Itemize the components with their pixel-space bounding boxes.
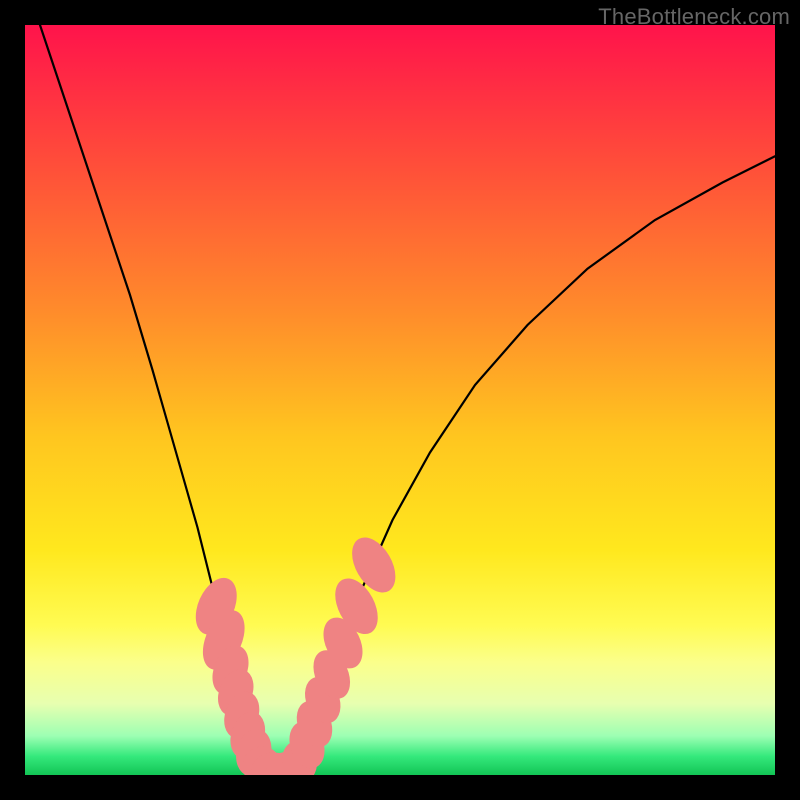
- v-curve: [40, 25, 775, 774]
- chart-stage: TheBottleneck.com: [0, 0, 800, 800]
- bottleneck-curve: [40, 25, 775, 774]
- data-markers: [188, 530, 405, 775]
- curve-layer: [25, 25, 775, 775]
- watermark-label: TheBottleneck.com: [598, 4, 790, 30]
- plot-area: [25, 25, 775, 775]
